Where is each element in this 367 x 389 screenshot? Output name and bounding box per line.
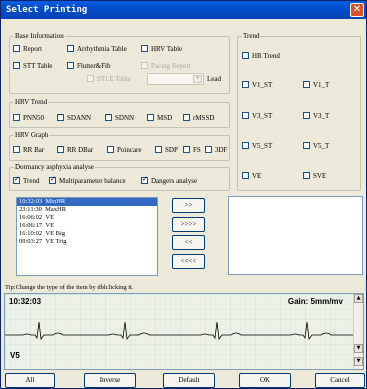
ecg-preview: 10:32:03 Gain: 5mm/mv V5 ▲ ▼ ▼	[4, 293, 364, 370]
cancel-button[interactable]: Cancel	[315, 373, 365, 388]
list-item[interactable]: 09:03:27 VE Trig	[17, 238, 157, 246]
select-printing-dialog: Select Printing ✕ Base Information Repor…	[0, 0, 367, 389]
scroll-up-icon[interactable]: ▲	[354, 294, 363, 303]
ve-checkbox[interactable]: VE	[242, 172, 261, 181]
remove-all-button[interactable]: <<<<	[172, 254, 205, 269]
window-title: Select Printing	[6, 5, 88, 15]
v5-st-checkbox[interactable]: V5_ST	[242, 142, 272, 151]
stle-table-checkbox[interactable]: STLE Table	[87, 75, 131, 84]
flutter-fib-checkbox[interactable]: Flutter&Fib	[67, 62, 110, 71]
ecg-scrollbar[interactable]: ▲ ▼ ▼	[353, 294, 363, 369]
remove-selected-button[interactable]: <<	[172, 235, 205, 250]
v1-t-checkbox[interactable]: V1_T	[303, 81, 329, 90]
base-information-title: Base Information	[14, 32, 65, 41]
list-item[interactable]: 16:06:02 VE	[17, 214, 157, 222]
v3-st-checkbox[interactable]: V3_ST	[242, 112, 272, 121]
trend-title: Trend	[242, 32, 261, 41]
multiparameter-balance-checkbox[interactable]: Multiparameter balance	[49, 175, 126, 186]
inverse-button[interactable]: Inverse	[84, 373, 136, 388]
default-button[interactable]: Default	[163, 373, 215, 388]
msd-checkbox[interactable]: MSD	[147, 114, 172, 123]
arrhythmia-table-checkbox[interactable]: Arrhythmia Table	[67, 45, 127, 54]
all-button[interactable]: All	[5, 373, 55, 388]
selected-list[interactable]	[228, 196, 363, 275]
fs-checkbox[interactable]: FS	[183, 146, 201, 155]
rmssd-checkbox[interactable]: rMSSD	[183, 114, 214, 123]
list-item[interactable]: 23:11:30 MaxHR	[17, 206, 157, 214]
dangers-analyse-checkbox[interactable]: Dangers analyse	[141, 175, 197, 186]
tip-text: Tip:Change the type of the item by dblcl…	[5, 284, 134, 291]
scroll-down-end-icon[interactable]: ▼	[354, 357, 363, 366]
event-list[interactable]: 10:32:03 MinHR 23:11:30 MaxHR 16:06:02 V…	[16, 197, 158, 276]
pnn50-checkbox[interactable]: PNN50	[13, 114, 44, 123]
list-item[interactable]: 16:06:17 VE	[17, 222, 157, 230]
close-icon[interactable]: ✕	[350, 3, 364, 17]
3df-checkbox[interactable]: 3DF	[205, 146, 227, 155]
list-item[interactable]: 16:10:02 VE Big	[17, 230, 157, 238]
ecg-gain: Gain: 5mm/mv	[287, 297, 343, 306]
rr-bar-checkbox[interactable]: RR Bar	[13, 146, 44, 155]
sdann-checkbox[interactable]: SDANN	[57, 114, 91, 123]
list-item[interactable]: 10:32:03 MinHR	[17, 198, 157, 206]
hrv-trend-title: HRV Trend	[14, 98, 49, 107]
stt-table-checkbox[interactable]: STT Table	[13, 62, 52, 71]
hrv-table-checkbox[interactable]: HRV Table	[141, 45, 182, 54]
v3-t-checkbox[interactable]: V3_T	[303, 112, 329, 121]
hr-trend-checkbox[interactable]: HR Trend	[242, 52, 280, 61]
pacing-report-checkbox[interactable]: Pacing Report	[141, 62, 191, 71]
report-checkbox[interactable]: Report	[13, 45, 42, 54]
chevron-down-icon: ▾	[193, 75, 202, 83]
rr-dbar-checkbox[interactable]: RR DBar	[57, 146, 93, 155]
title-bar: Select Printing ✕	[1, 1, 366, 19]
sdnn-checkbox[interactable]: SDNN	[105, 114, 134, 123]
add-all-button[interactable]: >>>>	[172, 217, 205, 232]
ecg-time: 10:32:03	[9, 297, 42, 306]
v1-st-checkbox[interactable]: V1_ST	[242, 81, 272, 90]
scroll-down-icon[interactable]: ▼	[354, 344, 363, 353]
lead-select[interactable]: ▾	[147, 73, 204, 85]
ok-button[interactable]: OK	[239, 373, 291, 388]
dormancy-title: Dormancy asphyxia analyse	[14, 163, 95, 172]
lead-label: Lead	[207, 75, 221, 83]
poincare-checkbox[interactable]: Poincare	[107, 146, 142, 155]
v5-t-checkbox[interactable]: V5_T	[303, 142, 329, 151]
sve-checkbox[interactable]: SVE	[303, 172, 326, 181]
hrv-graph-title: HRV Graph	[14, 131, 50, 140]
ecg-lead-label: V5	[10, 351, 20, 360]
trend-checkbox[interactable]: Trend	[13, 175, 39, 186]
sdp-checkbox[interactable]: SDP	[155, 146, 178, 155]
add-selected-button[interactable]: >>	[172, 198, 205, 213]
